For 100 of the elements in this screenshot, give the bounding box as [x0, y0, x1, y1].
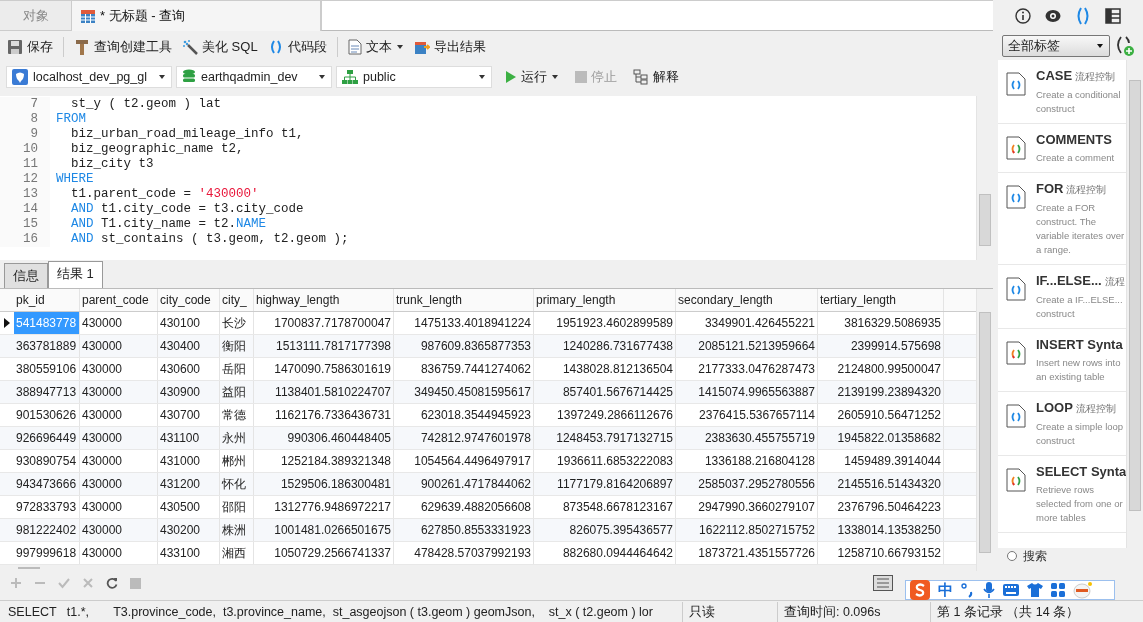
layout-icon[interactable] [1105, 8, 1121, 24]
table-cell: 990306.460448405 [254, 427, 394, 449]
code-line: biz_urban_road_mileage_info t1, [70, 127, 304, 142]
table-cell: 1873721.4351557726 [676, 542, 818, 564]
table-cell: 430000 [80, 542, 158, 564]
info-icon[interactable] [1015, 8, 1031, 24]
snippet-item[interactable]: COMMENTS Create a comment [998, 124, 1126, 173]
scrollbar[interactable] [0, 565, 976, 571]
grid-view-icon[interactable] [873, 575, 893, 591]
table-cell: 541483778 [14, 312, 80, 334]
snippet-item[interactable]: LOOP 流程控制 Create a simple loop construct [998, 392, 1126, 456]
snippet-file-icon [1006, 341, 1026, 365]
status-sql-text: SELECT t1.*, T3.province_code, t3.province_name, st_asgeojson ( t3.geom ) geomJson, st_x ( t2.geom ) lor [0, 601, 683, 622]
mascot-icon[interactable] [1073, 581, 1093, 599]
table-cell: 1054564.4496497917 [394, 450, 534, 472]
table-cell: 2399914.575698 [818, 335, 944, 357]
snippet-file-icon [1006, 277, 1026, 301]
table-cell: 972833793 [14, 496, 80, 518]
refresh-icon[interactable] [106, 577, 118, 589]
table-cell: 怀化 [220, 473, 254, 495]
column-header[interactable]: trunk_length [394, 289, 534, 311]
run-button[interactable]: 运行 [502, 66, 562, 88]
tree-diagram-icon [633, 69, 649, 85]
table-cell: 长沙 [220, 312, 254, 334]
export-results-button[interactable]: 导出结果 [410, 36, 489, 58]
snippet-item[interactable]: IF...ELSE... 流程 Create a IF...ELSE... construct [998, 265, 1126, 329]
table-cell: 1475133.4018941224 [394, 312, 534, 334]
table-cell: 430600 [158, 358, 220, 380]
table-cell: 2139199.23894320 [818, 381, 944, 403]
check-icon[interactable] [58, 577, 70, 589]
hierarchy-icon [342, 69, 358, 85]
column-header[interactable]: primary_length [534, 289, 676, 311]
table-cell: 629639.4882056608 [394, 496, 534, 518]
beautify-sql-button[interactable]: 美化 SQL [179, 36, 261, 58]
snippet-tag: 流程控制 [1075, 403, 1116, 414]
column-header[interactable]: parent_code [80, 289, 158, 311]
table-cell: 3816329.5086935 [818, 312, 944, 334]
text-button[interactable]: 文本 [344, 36, 407, 58]
column-header[interactable]: pk_id [14, 289, 80, 311]
table-cell: 430000 [80, 519, 158, 541]
table-cell: 826075.395436577 [534, 519, 676, 541]
schema-dropdown[interactable]: public [336, 66, 492, 88]
snippet-file-icon [1006, 185, 1026, 209]
table-cell: 1622112.8502715752 [676, 519, 818, 541]
database-icon [182, 69, 196, 85]
column-header[interactable]: highway_length [254, 289, 394, 311]
result-tab[interactable]: 信息 [4, 263, 48, 288]
keyboard-icon[interactable] [1003, 584, 1019, 596]
table-cell: 1248453.7917132715 [534, 427, 676, 449]
snippet-description: Create a IF...ELSE... construct [1036, 293, 1124, 321]
scrollbar[interactable] [976, 289, 993, 571]
table-cell: 2145516.51434320 [818, 473, 944, 495]
snippet-file-icon [1006, 72, 1026, 96]
query-builder-button[interactable]: 查询创建工具 [71, 36, 175, 58]
caret-icon [395, 44, 404, 50]
caret-icon [478, 74, 486, 80]
save-button[interactable]: 保存 [4, 36, 56, 58]
result-tab[interactable]: 结果 1 [48, 261, 103, 288]
ime-logo-icon[interactable] [910, 580, 930, 600]
shirt-icon[interactable] [1027, 583, 1043, 597]
table-cell: 1936611.6853222083 [534, 450, 676, 472]
column-header[interactable]: city_code [158, 289, 220, 311]
snippet-item[interactable]: CASE 流程控制 Create a conditional construct [998, 60, 1126, 124]
eye-icon[interactable] [1045, 8, 1061, 24]
table-cell: 430000 [80, 473, 158, 495]
punctuation-icon[interactable] [961, 582, 975, 598]
table-cell: 1336188.216804128 [676, 450, 818, 472]
radio-button[interactable] [1007, 551, 1017, 561]
table-cell: 433100 [158, 542, 220, 564]
table-cell: 430000 [80, 381, 158, 403]
table-cell: 981222402 [14, 519, 80, 541]
column-header[interactable]: tertiary_length [818, 289, 944, 311]
table-cell: 430000 [80, 450, 158, 472]
table-cell: 常德 [220, 404, 254, 426]
snippet-title: CASE [1036, 68, 1073, 83]
database-dropdown[interactable]: earthqadmin_dev [176, 66, 332, 88]
snippet-item[interactable]: INSERT Synta Insert new rows into an existing table [998, 329, 1126, 392]
apps-icon[interactable] [1051, 583, 1065, 597]
table-cell: 1945822.01358682 [818, 427, 944, 449]
table-cell: 2376415.5367657114 [676, 404, 818, 426]
explain-button[interactable]: 解释 [630, 66, 682, 88]
snippet-title: LOOP [1036, 400, 1073, 415]
column-header[interactable]: city_ [220, 289, 254, 311]
tag-filter-dropdown[interactable]: 全部标签 [1002, 35, 1110, 57]
document-tab[interactable]: * 无标题 - 查询 [72, 1, 321, 31]
line-number: 10 [0, 142, 50, 157]
microphone-icon[interactable] [983, 582, 995, 598]
code-snippet-button[interactable]: 代码段 [264, 36, 330, 58]
column-header[interactable]: secondary_length [676, 289, 818, 311]
code-snippet-icon[interactable] [1075, 7, 1091, 25]
table-cell: 430900 [158, 381, 220, 403]
table-cell: 349450.45081595617 [394, 381, 534, 403]
input-mode-toggle[interactable]: 中 [938, 580, 953, 600]
add-snippet-icon[interactable] [1114, 35, 1134, 57]
table-cell: 1162176.7336436731 [254, 404, 394, 426]
connection-dropdown[interactable]: localhost_dev_pg_gl [6, 66, 172, 88]
code-line: biz_city t3 [70, 157, 154, 172]
table-cell: 430200 [158, 519, 220, 541]
table-cell: 431100 [158, 427, 220, 449]
table-cell: 1470090.7586301619 [254, 358, 394, 380]
